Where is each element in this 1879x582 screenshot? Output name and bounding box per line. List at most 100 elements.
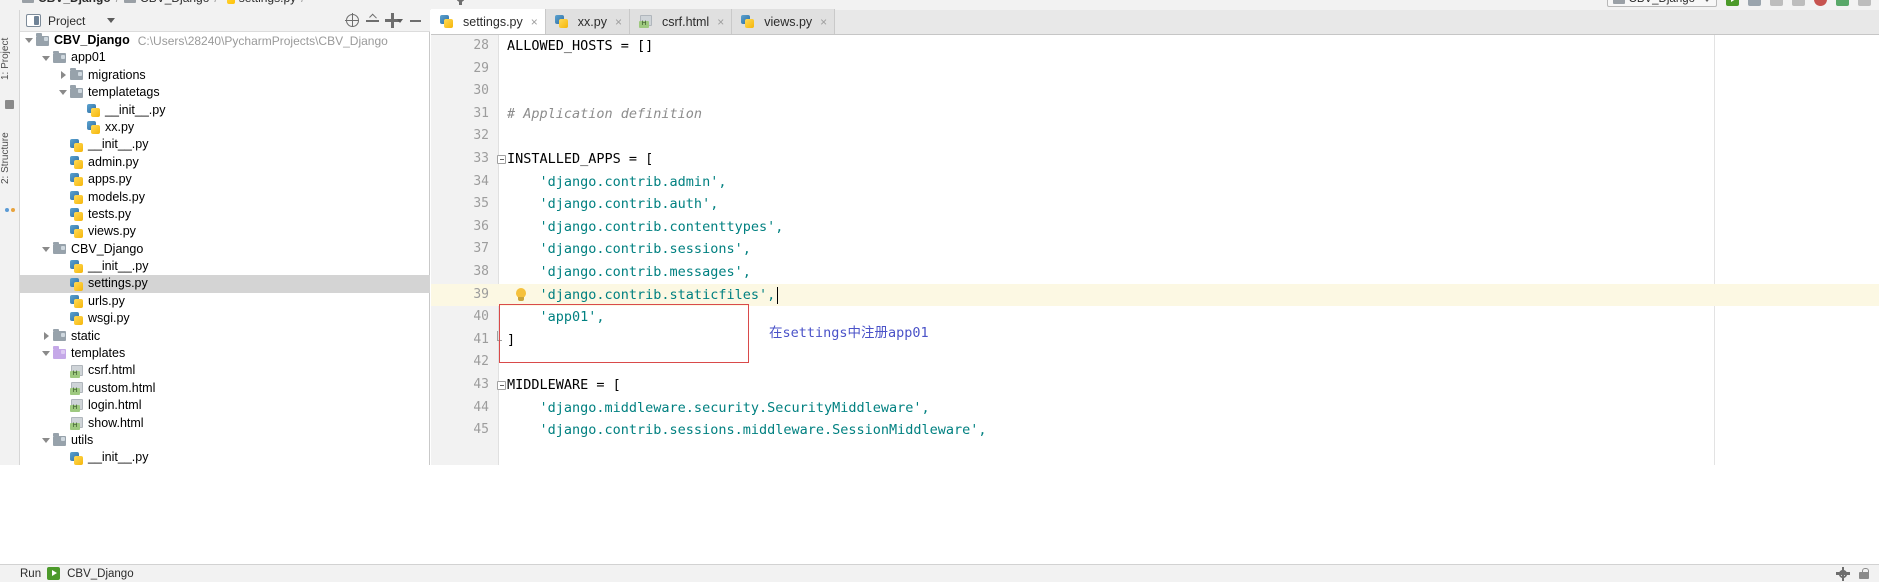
- code-line[interactable]: 33 INSTALLED_APPS = [: [431, 148, 1879, 171]
- tab-views-py[interactable]: views.py ×: [732, 9, 836, 34]
- chevron-down-icon[interactable]: [58, 87, 69, 98]
- tab-csrf-html[interactable]: csrf.html ×: [629, 9, 733, 34]
- chevron-down-icon[interactable]: [41, 348, 52, 359]
- run-button[interactable]: [1726, 0, 1739, 6]
- hide-icon[interactable]: [410, 14, 423, 27]
- tree-node---init---py[interactable]: __init__.py: [20, 449, 430, 465]
- tree-node-app01[interactable]: app01: [20, 49, 430, 66]
- tree-node---init---py[interactable]: __init__.py: [20, 102, 430, 119]
- debug-button[interactable]: [1748, 0, 1761, 6]
- breadcrumb-item-package[interactable]: CBV_Django: [124, 0, 209, 5]
- commit-button[interactable]: [1858, 0, 1871, 6]
- close-icon[interactable]: ×: [717, 16, 724, 28]
- close-icon[interactable]: ×: [531, 16, 538, 28]
- tree-node---init---py[interactable]: __init__.py: [20, 258, 430, 275]
- breadcrumb-item-project[interactable]: CBV_Django: [22, 0, 111, 5]
- tree-node---init---py[interactable]: __init__.py: [20, 136, 430, 153]
- update-project-button[interactable]: [1836, 0, 1849, 6]
- code-line[interactable]: 36 'django.contrib.contenttypes',: [431, 216, 1879, 239]
- chevron-right-icon[interactable]: [58, 70, 69, 81]
- python-file-icon: [70, 208, 83, 222]
- html-file-icon: [70, 416, 83, 430]
- code-line[interactable]: 29: [431, 58, 1879, 81]
- settings-gear-icon[interactable]: [1836, 566, 1850, 581]
- tree-node-templatetags[interactable]: templatetags: [20, 84, 430, 101]
- tree-node-label: __init__.py: [88, 259, 149, 274]
- chevron-down-icon[interactable]: [41, 435, 52, 446]
- lock-icon[interactable]: [1859, 568, 1869, 579]
- fold-collapse-icon[interactable]: [497, 381, 506, 391]
- hide-panel-icon[interactable]: [475, 0, 488, 4]
- close-icon[interactable]: ×: [615, 16, 622, 28]
- project-view-icon[interactable]: [26, 14, 41, 27]
- tree-node-cbv-django[interactable]: CBV_Django: [20, 241, 430, 258]
- stop-button[interactable]: [1814, 0, 1827, 6]
- sidebar-item-project[interactable]: 1: Project: [0, 24, 20, 94]
- tree-node-custom-html[interactable]: custom.html: [20, 380, 430, 397]
- code-line[interactable]: 42: [431, 351, 1879, 374]
- code-editor[interactable]: 28 ALLOWED_HOSTS = [] 29 30 31 # Application …: [431, 35, 1879, 465]
- fold-collapse-icon[interactable]: [497, 155, 506, 165]
- tree-node-settings-py[interactable]: settings.py: [20, 275, 430, 293]
- code-line[interactable]: 35 'django.contrib.auth',: [431, 193, 1879, 216]
- code-text: 'django.contrib.sessions.middleware.Sess…: [507, 419, 987, 442]
- run-configuration-chip[interactable]: CBV_Django: [1606, 0, 1717, 7]
- tree-node-xx-py[interactable]: xx.py: [20, 119, 430, 136]
- close-icon[interactable]: ×: [820, 16, 827, 28]
- tree-node-urls-py[interactable]: urls.py: [20, 293, 430, 310]
- sidebar-item-structure[interactable]: 2: Structure: [0, 118, 20, 198]
- tree-node-utils[interactable]: utils: [20, 432, 430, 449]
- tree-node-static[interactable]: static: [20, 328, 430, 345]
- locate-icon[interactable]: [345, 13, 359, 27]
- tab-xx-py[interactable]: xx.py ×: [545, 9, 630, 34]
- chevron-down-icon[interactable]: [107, 18, 116, 23]
- code-line[interactable]: 30: [431, 80, 1879, 103]
- tree-node-label: migrations: [88, 67, 146, 82]
- code-line[interactable]: 39 'django.contrib.staticfiles',: [431, 283, 1879, 307]
- code-line[interactable]: 41]: [431, 329, 1879, 352]
- code-line[interactable]: 38 'django.contrib.messages',: [431, 261, 1879, 284]
- line-number: 39: [473, 286, 489, 302]
- project-file-tree[interactable]: CBV_Django C:\Users\28240\PycharmProjects…: [20, 32, 430, 465]
- tree-node-views-py[interactable]: views.py: [20, 223, 430, 240]
- chevron-down-icon[interactable]: [41, 53, 52, 64]
- tree-node-admin-py[interactable]: admin.py: [20, 154, 430, 171]
- tree-node-login-html[interactable]: login.html: [20, 397, 430, 414]
- breadcrumb-item-file[interactable]: settings.py: [223, 0, 296, 5]
- code-line[interactable]: 34 'django.contrib.admin',: [431, 171, 1879, 194]
- code-line[interactable]: 28 ALLOWED_HOSTS = []: [431, 35, 1879, 58]
- code-line[interactable]: 44 'django.middleware.security.SecurityM…: [431, 397, 1879, 420]
- code-line[interactable]: 45 'django.contrib.sessions.middleware.S…: [431, 419, 1879, 442]
- tree-node-wsgi-py[interactable]: wsgi.py: [20, 310, 430, 327]
- tree-node-apps-py[interactable]: apps.py: [20, 171, 430, 188]
- fold-end-icon[interactable]: [497, 330, 506, 345]
- chevron-down-icon[interactable]: [41, 244, 52, 255]
- code-line[interactable]: 31 # Application definition: [431, 103, 1879, 126]
- tree-node-cbv-django[interactable]: CBV_Django C:\Users\28240\PycharmProjects…: [20, 32, 430, 49]
- run-green-icon[interactable]: [47, 567, 61, 580]
- tree-node-show-html[interactable]: show.html: [20, 415, 430, 432]
- tree-node-models-py[interactable]: models.py: [20, 189, 430, 206]
- line-number: 32: [473, 128, 489, 144]
- code-line[interactable]: 37 'django.contrib.sessions',: [431, 238, 1879, 261]
- chevron-down-icon[interactable]: [24, 35, 35, 46]
- tree-node-csrf-html[interactable]: csrf.html: [20, 362, 430, 379]
- code-line[interactable]: 43 MIDDLEWARE = [: [431, 374, 1879, 397]
- collapse-all-icon[interactable]: [366, 14, 379, 27]
- tree-node-migrations[interactable]: migrations: [20, 67, 430, 84]
- code-line[interactable]: 32: [431, 125, 1879, 148]
- tree-node-templates[interactable]: templates: [20, 345, 430, 362]
- tree-node-tests-py[interactable]: tests.py: [20, 206, 430, 223]
- settings-gear-icon[interactable]: [386, 14, 403, 27]
- chevron-right-icon[interactable]: [41, 331, 52, 342]
- run-tool-window-label[interactable]: Run: [20, 568, 41, 580]
- profile-button[interactable]: [1792, 0, 1805, 6]
- tab-settings-py[interactable]: settings.py ×: [431, 9, 546, 34]
- code-line[interactable]: 40 'app01',: [431, 306, 1879, 329]
- coverage-button[interactable]: [1770, 0, 1783, 6]
- collapse-icon[interactable]: [433, 0, 446, 4]
- gear-icon[interactable]: [454, 0, 467, 5]
